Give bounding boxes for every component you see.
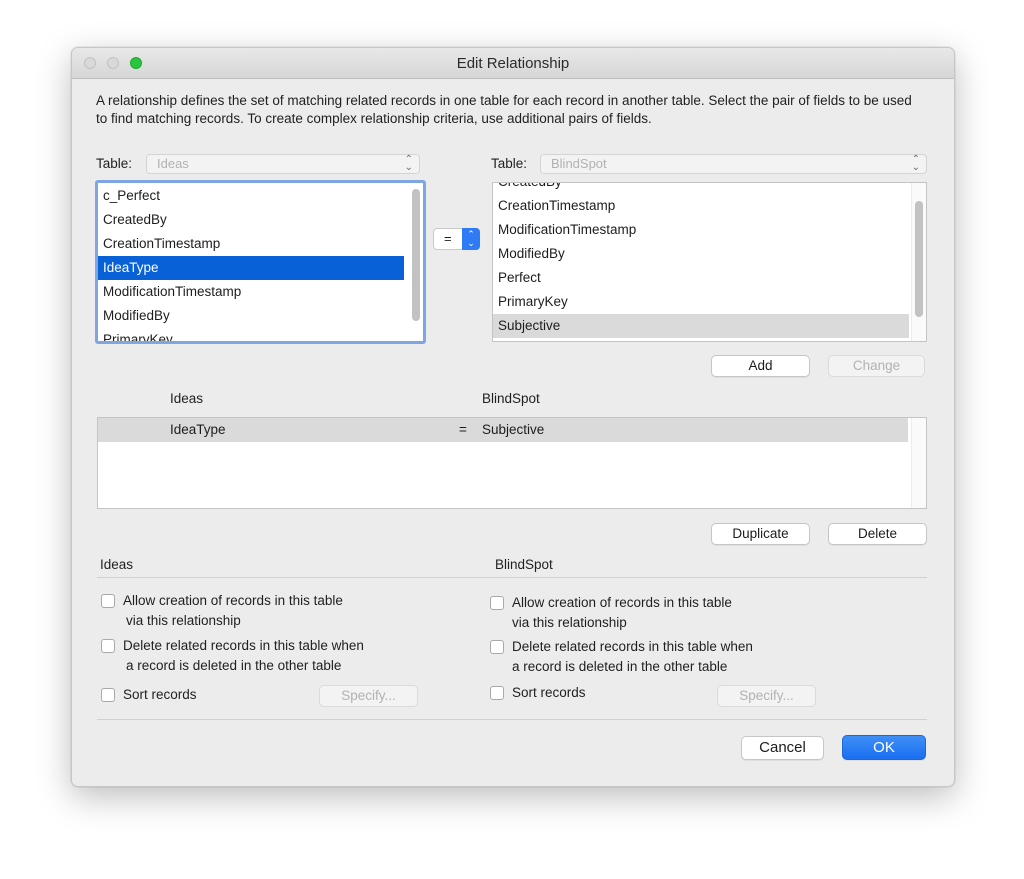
field-list-item[interactable]: PrimaryKey	[98, 328, 404, 341]
left-allow-creation-text-2: via this relationship	[126, 613, 241, 628]
field-list-item[interactable]: Perfect	[493, 266, 909, 290]
field-list-item[interactable]: CreatedBy	[493, 183, 909, 194]
left-delete-related-label: Delete related records in this table whe…	[123, 636, 364, 676]
right-specify-button[interactable]: Specify...	[717, 685, 816, 707]
field-list-item[interactable]: CreationTimestamp	[98, 232, 404, 256]
criteria-operator: =	[459, 422, 467, 437]
right-allow-creation-text-2: via this relationship	[512, 615, 627, 630]
operator-stepper-icon: ⌃ ⌄	[462, 228, 480, 250]
left-list-scrollbar[interactable]	[409, 183, 423, 341]
right-delete-related-text-2: a record is deleted in the other table	[512, 659, 728, 674]
operator-value: =	[444, 231, 452, 246]
field-list-item[interactable]: IdeaType	[98, 256, 404, 280]
right-table-label: Table:	[491, 156, 528, 171]
left-field-list[interactable]: c_Perfect CreatedBy CreationTimestamp IdeaT…	[95, 180, 426, 344]
right-field-list[interactable]: CreatedByCreationTimestampModificationTi…	[492, 182, 927, 342]
operator-popup[interactable]: = ⌃ ⌄	[433, 228, 480, 250]
left-allow-creation-label: Allow creation of records in this table …	[123, 591, 343, 631]
right-delete-related-label: Delete related records in this table whe…	[512, 637, 753, 677]
left-table-value: Ideas	[157, 156, 189, 171]
edit-relationship-dialog: Edit Relationship A relationship defines…	[71, 47, 955, 787]
right-sort-records-label: Sort records	[512, 685, 586, 700]
left-sort-records-label: Sort records	[123, 687, 197, 702]
right-allow-creation-label: Allow creation of records in this table …	[512, 593, 732, 633]
right-sort-records-checkbox[interactable]	[490, 686, 504, 700]
field-list-item[interactable]: CreationTimestamp	[493, 194, 909, 218]
left-table-label: Table:	[96, 156, 133, 171]
left-delete-related-checkbox[interactable]	[101, 639, 115, 653]
description-text: A relationship defines the set of matchi…	[96, 93, 912, 126]
options-divider	[97, 577, 927, 578]
criteria-right-header: BlindSpot	[482, 391, 540, 406]
field-list-item[interactable]: CreatedBy	[98, 208, 404, 232]
right-allow-creation-text: Allow creation of records in this table	[512, 595, 732, 610]
popup-arrows-icon: ⌃ ⌄	[404, 154, 413, 173]
left-list-scroll-thumb[interactable]	[412, 189, 420, 321]
right-list-scroll-thumb[interactable]	[915, 201, 923, 317]
field-list-item[interactable]: ModifiedBy	[493, 242, 909, 266]
duplicate-button[interactable]: Duplicate	[711, 523, 810, 545]
left-options-header: Ideas	[100, 557, 134, 572]
field-list-item[interactable]: c_Perfect	[98, 184, 404, 208]
field-list-item[interactable]: ModificationTimestamp	[98, 280, 404, 304]
field-list-item[interactable]: Subjective	[493, 314, 909, 338]
field-list-item[interactable]: PrimaryKey	[493, 290, 909, 314]
left-allow-creation-checkbox[interactable]	[101, 594, 115, 608]
right-table-value: BlindSpot	[551, 156, 607, 171]
criteria-left-field: IdeaType	[170, 422, 226, 437]
field-list-item[interactable]: ModifiedBy	[98, 304, 404, 328]
left-allow-creation-text: Allow creation of records in this table	[123, 593, 343, 608]
ok-button[interactable]: OK	[842, 735, 926, 760]
window-title: Edit Relationship	[456, 55, 570, 72]
change-button[interactable]: Change	[828, 355, 925, 377]
cancel-button[interactable]: Cancel	[741, 736, 824, 760]
left-delete-related-text-2: a record is deleted in the other table	[126, 658, 342, 673]
right-allow-creation-checkbox[interactable]	[490, 596, 504, 610]
criteria-right-field: Subjective	[482, 422, 545, 437]
left-delete-related-text: Delete related records in this table whe…	[123, 638, 364, 653]
add-button[interactable]: Add	[711, 355, 810, 377]
left-specify-button[interactable]: Specify...	[319, 685, 418, 707]
delete-button[interactable]: Delete	[828, 523, 927, 545]
left-table-popup[interactable]: Ideas ⌃ ⌄	[146, 154, 420, 174]
criteria-scrollbar[interactable]	[911, 418, 926, 508]
right-table-popup[interactable]: BlindSpot ⌃ ⌄	[540, 154, 927, 174]
popup-arrows-icon: ⌃ ⌄	[911, 154, 920, 173]
left-sort-records-checkbox[interactable]	[101, 688, 115, 702]
right-delete-related-checkbox[interactable]	[490, 640, 504, 654]
criteria-list[interactable]: IdeaType = Subjective	[97, 417, 927, 509]
right-delete-related-text: Delete related records in this table whe…	[512, 639, 753, 654]
footer-divider	[97, 719, 927, 720]
right-list-scrollbar[interactable]	[911, 183, 926, 341]
right-options-header: BlindSpot	[495, 557, 553, 572]
title-bar: Edit Relationship	[72, 48, 954, 79]
criteria-row[interactable]: IdeaType = Subjective	[98, 418, 908, 442]
field-list-item[interactable]: ModificationTimestamp	[493, 218, 909, 242]
criteria-left-header: Ideas	[170, 391, 204, 406]
